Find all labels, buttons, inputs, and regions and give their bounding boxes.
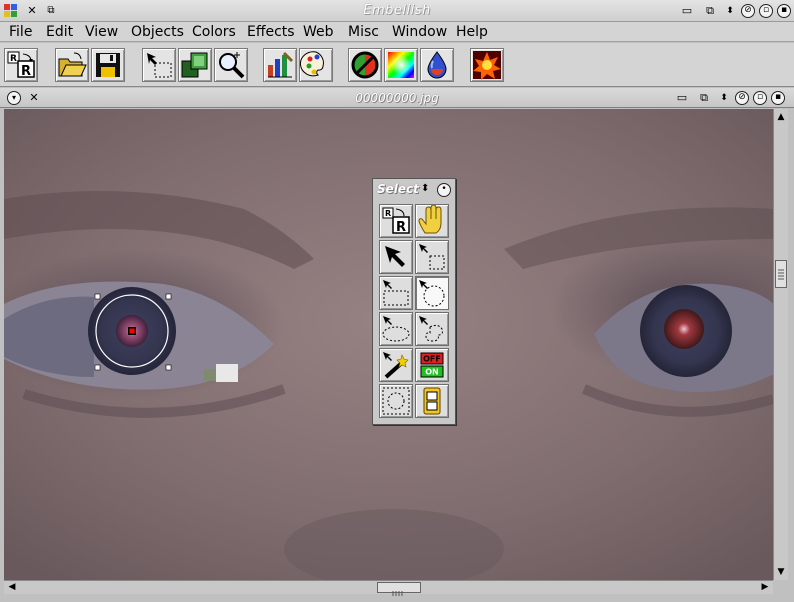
menu-help[interactable]: Help (456, 24, 488, 40)
doc-minimize-icon[interactable]: ⊘ (735, 91, 749, 105)
maximize-icon[interactable]: ▪ (777, 4, 791, 18)
menu-bar: File Edit View Objects Colors Effects We… (0, 22, 794, 42)
rotate-icon: RR (7, 51, 35, 79)
rectangle-select-icon (383, 280, 409, 306)
color-picker-button[interactable] (384, 48, 418, 82)
selection-handle-br[interactable] (165, 364, 172, 371)
palette-clipboard-button[interactable] (415, 384, 449, 418)
select-arrow-icon (147, 53, 172, 78)
clip-selection-icon (423, 387, 441, 415)
updown-icon[interactable]: ⬍ (723, 4, 737, 18)
cascade-icon[interactable]: ⧉ (703, 4, 717, 18)
palette-freehand-select-button[interactable] (415, 312, 449, 346)
menu-window[interactable]: Window (392, 24, 447, 40)
svg-text:R: R (10, 54, 17, 64)
palette-close-icon[interactable]: • (437, 183, 451, 197)
layers-icon (181, 52, 208, 78)
menu-view[interactable]: View (85, 24, 118, 40)
svg-text:R: R (21, 64, 31, 79)
spectrum-icon (388, 52, 414, 78)
chart-tool-button[interactable] (263, 48, 297, 82)
water-drop-icon (427, 51, 447, 79)
menu-edit[interactable]: Edit (46, 24, 73, 40)
doc-tile-icon[interactable]: ▭ (675, 91, 689, 105)
hand-icon (418, 204, 442, 234)
rotate-icon: RR (382, 207, 410, 235)
menu-misc[interactable]: Misc (348, 24, 379, 40)
no-color-button[interactable] (348, 48, 382, 82)
menu-objects[interactable]: Objects (131, 24, 184, 40)
doc-maximize-icon[interactable]: ▪ (771, 91, 785, 105)
drop-fill-button[interactable] (420, 48, 454, 82)
toggle-on-label: ON (425, 368, 439, 377)
rect-select-small-icon (419, 244, 445, 270)
open-button[interactable] (55, 48, 89, 82)
palette-rectangle-select-button[interactable] (379, 276, 413, 310)
menu-web[interactable]: Web (303, 24, 334, 40)
doc-updown-icon[interactable]: ⬍ (717, 91, 731, 105)
menu-effects[interactable]: Effects (247, 24, 295, 40)
off-on-toggle-icon: OFF ON (420, 352, 444, 378)
paint-palette-icon (299, 51, 324, 77)
palette-hand-button[interactable] (415, 204, 449, 238)
folder-open-icon (58, 52, 87, 77)
toolbar: RR (0, 43, 794, 87)
doc-restore-icon[interactable]: ▫ (753, 91, 767, 105)
horizontal-scroll-thumb[interactable] (377, 582, 421, 596)
layers-button[interactable] (178, 48, 212, 82)
effects-button[interactable] (470, 48, 504, 82)
svg-text:R: R (396, 220, 406, 235)
horizontal-scrollbar[interactable]: ◀ ▶ (4, 580, 773, 596)
palette-pointer-button[interactable] (379, 240, 413, 274)
menu-file[interactable]: File (9, 24, 32, 40)
palette-updown-icon[interactable]: ⬍ (421, 183, 429, 194)
window-title: Embellish (363, 3, 431, 18)
circle-select-icon (419, 280, 445, 307)
scroll-up-icon[interactable]: ▲ (775, 111, 787, 123)
palette-ellipse-select-button[interactable] (379, 312, 413, 346)
select-palette: Select ⬍ • RR OFF ON (372, 178, 456, 425)
selection-handle-tl[interactable] (94, 293, 101, 300)
restore-icon[interactable]: ▫ (759, 4, 773, 18)
palette-mask-button[interactable] (379, 384, 413, 418)
selection-handle-tr[interactable] (165, 293, 172, 300)
lasso-select-icon (419, 316, 443, 342)
vertical-scroll-thumb[interactable] (775, 260, 787, 288)
title-bar: ✕ ⧉ Embellish ▭ ⧉ ⬍ ⊘ ▫ ▪ (0, 0, 794, 22)
palette-selection-toggle-button[interactable]: OFF ON (415, 348, 449, 382)
zoom-button[interactable] (214, 48, 248, 82)
dotted-mask-icon (382, 387, 410, 415)
menu-colors[interactable]: Colors (192, 24, 236, 40)
palette-circle-select-button[interactable] (415, 276, 449, 310)
palette-rect-select-button[interactable] (415, 240, 449, 274)
scroll-left-icon[interactable]: ◀ (6, 581, 18, 593)
palette-title: Select (377, 182, 419, 196)
floppy-icon (96, 53, 120, 77)
tile-icon[interactable]: ▭ (680, 4, 694, 18)
scroll-right-icon[interactable]: ▶ (759, 581, 771, 593)
toggle-off-label: OFF (423, 355, 441, 364)
selection-handle-bl[interactable] (94, 364, 101, 371)
doc-cascade-icon[interactable]: ⧉ (697, 91, 711, 105)
vertical-scrollbar[interactable]: ▲ ▼ (773, 109, 788, 580)
magic-wand-icon (383, 352, 409, 379)
palette-button[interactable] (299, 48, 333, 82)
arrow-pointer-icon (385, 246, 405, 267)
ellipse-select-icon (382, 316, 410, 342)
rotate-tool-button[interactable]: RR (4, 48, 38, 82)
palette-magic-wand-button[interactable] (379, 348, 413, 382)
svg-text:R: R (385, 209, 391, 218)
save-button[interactable] (91, 48, 125, 82)
chart-icon (268, 51, 294, 78)
explosion-icon (473, 51, 501, 80)
palette-rotate-button[interactable]: RR (379, 204, 413, 238)
select-tool-button[interactable] (142, 48, 176, 82)
document-title-bar: ▾ ✕ 00000000.jpg ▭ ⧉ ⬍ ⊘ ▫ ▪ (0, 88, 794, 108)
magnifier-icon (219, 52, 245, 79)
color-forbid-icon (351, 51, 379, 79)
scroll-down-icon[interactable]: ▼ (775, 566, 787, 578)
minimize-icon[interactable]: ⊘ (741, 4, 755, 18)
